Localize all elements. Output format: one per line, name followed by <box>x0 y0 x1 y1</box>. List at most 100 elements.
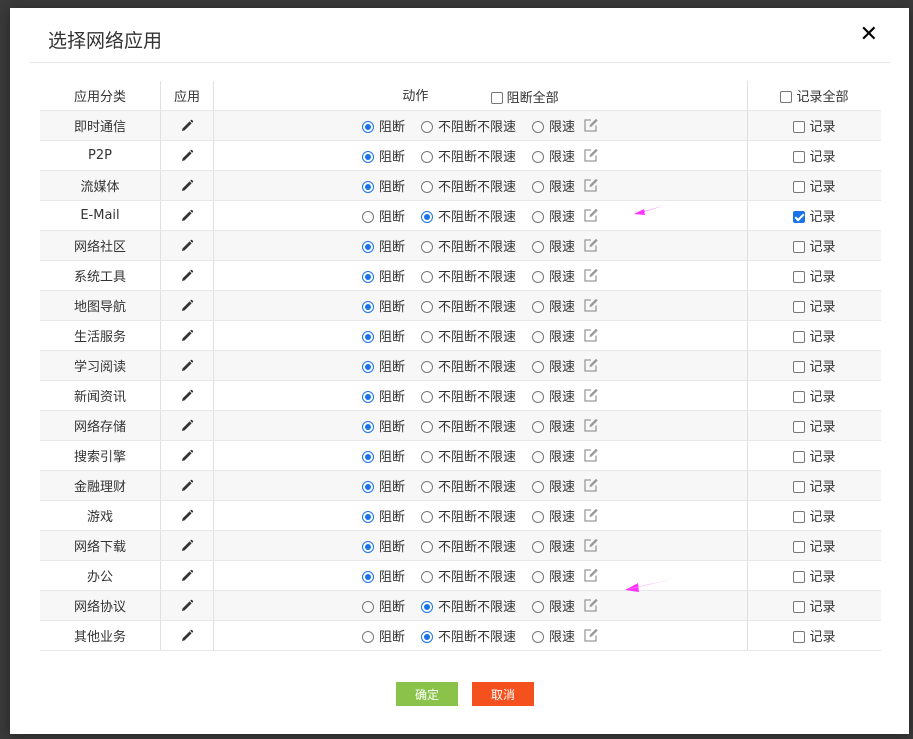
log-checkbox[interactable] <box>793 180 806 193</box>
radio-limit[interactable] <box>532 630 544 643</box>
edit-app-button[interactable] <box>160 500 214 531</box>
log-checkbox[interactable] <box>793 450 806 463</box>
option-block[interactable]: 阻断 <box>361 236 405 255</box>
log-checkbox[interactable] <box>793 420 806 433</box>
pencil-icon[interactable] <box>180 598 194 613</box>
log-toggle[interactable]: 记录 <box>793 506 836 525</box>
log-toggle[interactable]: 记录 <box>793 116 836 135</box>
pencil-icon[interactable] <box>180 478 194 493</box>
option-block[interactable]: 阻断 <box>361 386 405 405</box>
radio-limit[interactable] <box>532 480 544 493</box>
radio-block[interactable] <box>361 570 374 583</box>
radio-block[interactable] <box>361 120 374 133</box>
log-checkbox[interactable] <box>793 300 806 313</box>
radio-block[interactable] <box>361 150 374 163</box>
edit-square-icon[interactable] <box>575 478 599 493</box>
pencil-icon[interactable] <box>180 298 194 313</box>
option-no_block[interactable]: 不阻断不限速 <box>420 476 516 495</box>
option-block[interactable]: 阻断 <box>361 116 405 135</box>
option-no_block[interactable]: 不阻断不限速 <box>420 356 516 375</box>
option-limit[interactable]: 限速 <box>532 236 575 255</box>
option-no_block[interactable]: 不阻断不限速 <box>420 146 516 165</box>
edit-app-button[interactable] <box>160 230 214 261</box>
pencil-icon[interactable] <box>180 568 194 583</box>
option-no_block[interactable]: 不阻断不限速 <box>420 566 516 585</box>
log-toggle[interactable]: 记录 <box>793 626 836 645</box>
radio-limit[interactable] <box>532 210 544 223</box>
radio-limit[interactable] <box>532 450 544 463</box>
option-no_block[interactable]: 不阻断不限速 <box>420 386 516 405</box>
radio-limit[interactable] <box>532 270 544 283</box>
edit-app-button[interactable] <box>160 290 214 321</box>
pencil-icon[interactable] <box>180 628 194 643</box>
option-limit[interactable]: 限速 <box>532 596 575 615</box>
pencil-icon[interactable] <box>180 508 194 523</box>
radio-block[interactable] <box>361 360 374 373</box>
pencil-icon[interactable] <box>180 118 194 133</box>
block-all-checkbox[interactable] <box>490 91 503 104</box>
option-block[interactable]: 阻断 <box>361 506 405 525</box>
radio-no_block[interactable] <box>420 570 433 583</box>
edit-square-icon[interactable] <box>575 208 599 223</box>
edit-square-icon[interactable] <box>575 508 599 523</box>
radio-limit[interactable] <box>532 240 544 253</box>
log-all-checkbox[interactable] <box>780 90 793 103</box>
edit-app-button[interactable] <box>160 260 214 291</box>
option-limit[interactable]: 限速 <box>532 206 575 225</box>
option-no_block[interactable]: 不阻断不限速 <box>420 506 516 525</box>
radio-limit[interactable] <box>532 330 544 343</box>
option-limit[interactable]: 限速 <box>532 146 575 165</box>
radio-no_block[interactable] <box>420 390 433 403</box>
option-limit[interactable]: 限速 <box>532 416 575 435</box>
log-checkbox[interactable] <box>793 120 806 133</box>
edit-app-button[interactable] <box>160 470 214 501</box>
option-limit[interactable]: 限速 <box>532 386 575 405</box>
radio-block[interactable] <box>361 420 374 433</box>
pencil-icon[interactable] <box>180 388 194 403</box>
option-limit[interactable]: 限速 <box>532 266 575 285</box>
radio-limit[interactable] <box>532 570 544 583</box>
edit-square-icon[interactable] <box>575 178 599 193</box>
radio-block[interactable] <box>361 240 374 253</box>
log-toggle[interactable]: 记录 <box>793 206 836 225</box>
option-block[interactable]: 阻断 <box>361 326 405 345</box>
option-block[interactable]: 阻断 <box>361 176 405 195</box>
log-toggle[interactable]: 记录 <box>793 566 836 585</box>
edit-app-button[interactable] <box>160 110 214 141</box>
radio-block[interactable] <box>361 450 374 463</box>
edit-square-icon[interactable] <box>575 118 599 133</box>
radio-no_block[interactable] <box>420 240 433 253</box>
radio-block[interactable] <box>361 600 374 613</box>
option-limit[interactable]: 限速 <box>532 506 575 525</box>
ok-button[interactable]: 确定 <box>396 682 458 706</box>
radio-no_block[interactable] <box>420 120 433 133</box>
edit-app-button[interactable] <box>160 410 214 441</box>
edit-app-button[interactable] <box>160 560 214 591</box>
option-block[interactable]: 阻断 <box>361 266 405 285</box>
radio-no_block[interactable] <box>420 180 433 193</box>
edit-app-button[interactable] <box>160 170 214 201</box>
edit-square-icon[interactable] <box>575 568 599 583</box>
option-block[interactable]: 阻断 <box>361 356 405 375</box>
log-checkbox[interactable] <box>793 270 806 283</box>
option-limit[interactable]: 限速 <box>532 326 575 345</box>
close-icon[interactable]: ✕ <box>860 24 878 46</box>
edit-square-icon[interactable] <box>575 538 599 553</box>
log-checkbox[interactable] <box>793 330 806 343</box>
log-checkbox[interactable] <box>793 150 806 163</box>
radio-no_block[interactable] <box>420 360 433 373</box>
option-block[interactable]: 阻断 <box>361 566 405 585</box>
edit-square-icon[interactable] <box>575 628 599 643</box>
pencil-icon[interactable] <box>180 538 194 553</box>
option-no_block[interactable]: 不阻断不限速 <box>420 206 516 225</box>
option-no_block[interactable]: 不阻断不限速 <box>420 596 516 615</box>
pencil-icon[interactable] <box>180 148 194 163</box>
option-no_block[interactable]: 不阻断不限速 <box>420 326 516 345</box>
option-no_block[interactable]: 不阻断不限速 <box>420 446 516 465</box>
edit-square-icon[interactable] <box>575 238 599 253</box>
pencil-icon[interactable] <box>180 268 194 283</box>
radio-no_block[interactable] <box>420 540 433 553</box>
radio-no_block[interactable] <box>420 480 433 493</box>
log-toggle[interactable]: 记录 <box>793 236 836 255</box>
radio-limit[interactable] <box>532 120 544 133</box>
